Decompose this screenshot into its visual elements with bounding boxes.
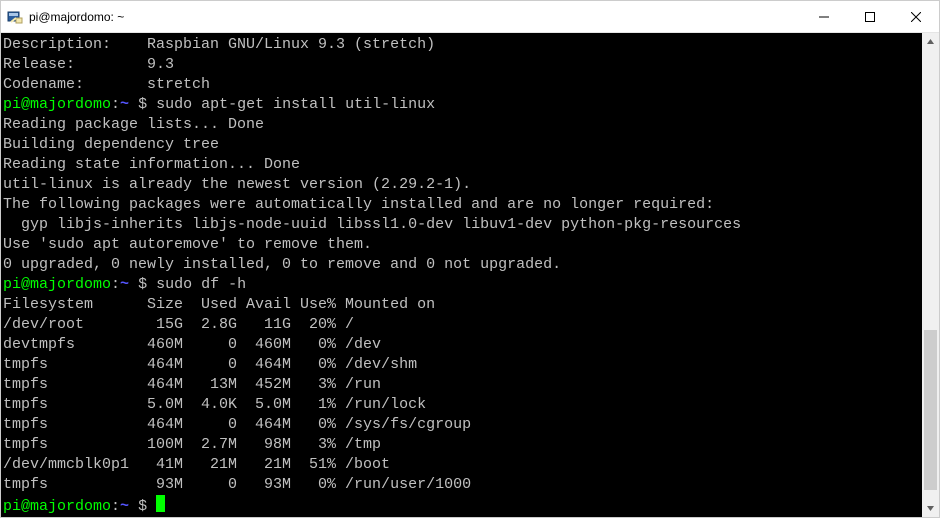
apt-output-line: util-linux is already the newest version…	[3, 175, 920, 195]
apt-output-line: The following packages were automaticall…	[3, 195, 920, 215]
os-info-line: Release: 9.3	[3, 55, 920, 75]
df-row: devtmpfs 460M 0 460M 0% /dev	[3, 335, 920, 355]
df-row: tmpfs 100M 2.7M 98M 3% /tmp	[3, 435, 920, 455]
df-row: tmpfs 464M 13M 452M 3% /run	[3, 375, 920, 395]
prompt-line: pi@majordomo:~ $ sudo df -h	[3, 275, 920, 295]
os-info-line: Codename: stretch	[3, 75, 920, 95]
maximize-button[interactable]	[847, 1, 893, 33]
titlebar[interactable]: pi@majordomo: ~	[1, 1, 939, 33]
prompt-path: ~	[120, 276, 129, 293]
df-row: tmpfs 464M 0 464M 0% /sys/fs/cgroup	[3, 415, 920, 435]
scroll-up-button[interactable]	[922, 33, 939, 50]
os-info-line: Description: Raspbian GNU/Linux 9.3 (str…	[3, 35, 920, 55]
df-row: /dev/mmcblk0p1 41M 21M 21M 51% /boot	[3, 455, 920, 475]
scrollbar[interactable]	[922, 33, 939, 517]
prompt-line: pi@majordomo:~ $ sudo apt-get install ut…	[3, 95, 920, 115]
df-row: /dev/root 15G 2.8G 11G 20% /	[3, 315, 920, 335]
putty-window: pi@majordomo: ~ Description: Raspbian GN…	[0, 0, 940, 518]
putty-icon	[7, 9, 23, 25]
prompt-colon: :	[111, 498, 120, 515]
cursor	[156, 495, 165, 512]
prompt-path: ~	[120, 96, 129, 113]
prompt-colon: :	[111, 96, 120, 113]
close-button[interactable]	[893, 1, 939, 33]
df-header: Filesystem Size Used Avail Use% Mounted …	[3, 295, 920, 315]
scrollbar-track[interactable]	[922, 50, 939, 500]
content-wrap: Description: Raspbian GNU/Linux 9.3 (str…	[1, 33, 939, 517]
apt-output-line: Reading package lists... Done	[3, 115, 920, 135]
df-row: tmpfs 5.0M 4.0K 5.0M 1% /run/lock	[3, 395, 920, 415]
window-title: pi@majordomo: ~	[29, 10, 124, 24]
scrollbar-thumb[interactable]	[924, 330, 937, 490]
minimize-button[interactable]	[801, 1, 847, 33]
scroll-down-button[interactable]	[922, 500, 939, 517]
terminal-pane[interactable]: Description: Raspbian GNU/Linux 9.3 (str…	[1, 33, 922, 517]
prompt-dollar: $	[129, 498, 156, 515]
prompt-colon: :	[111, 276, 120, 293]
prompt-user-host: pi@majordomo	[3, 276, 111, 293]
prompt-dollar: $	[129, 96, 156, 113]
apt-output-line: Reading state information... Done	[3, 155, 920, 175]
command-text: sudo df -h	[156, 276, 246, 293]
df-row: tmpfs 93M 0 93M 0% /run/user/1000	[3, 475, 920, 495]
prompt-dollar: $	[129, 276, 156, 293]
apt-output-line: Building dependency tree	[3, 135, 920, 155]
prompt-line: pi@majordomo:~ $	[3, 495, 920, 517]
apt-output-line: 0 upgraded, 0 newly installed, 0 to remo…	[3, 255, 920, 275]
prompt-user-host: pi@majordomo	[3, 498, 111, 515]
apt-output-line: gyp libjs-inherits libjs-node-uuid libss…	[3, 215, 920, 235]
df-row: tmpfs 464M 0 464M 0% /dev/shm	[3, 355, 920, 375]
prompt-user-host: pi@majordomo	[3, 96, 111, 113]
apt-output-line: Use 'sudo apt autoremove' to remove them…	[3, 235, 920, 255]
prompt-path: ~	[120, 498, 129, 515]
command-text: sudo apt-get install util-linux	[156, 96, 435, 113]
